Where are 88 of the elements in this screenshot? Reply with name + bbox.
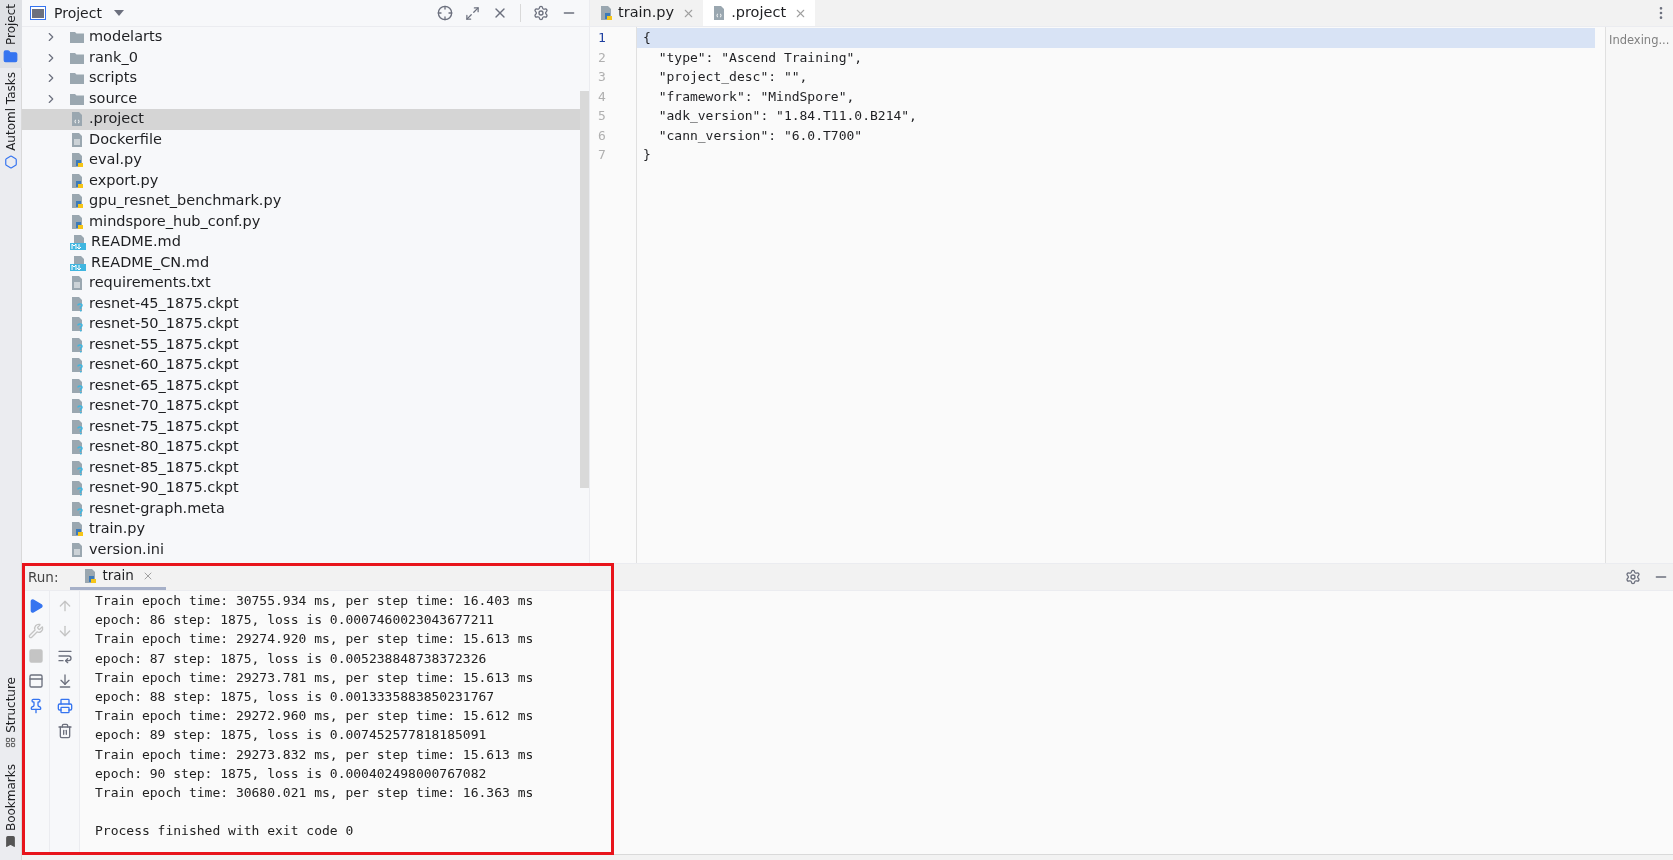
console-line: epoch: 90 step: 1875, loss is 0.000402498000767082 bbox=[95, 764, 488, 783]
line-number: 6 bbox=[598, 126, 606, 145]
line-number: 4 bbox=[598, 87, 606, 106]
project-view-dropdown[interactable]: Project bbox=[54, 2, 124, 24]
line-number: 7 bbox=[598, 146, 606, 164]
side-tab[interactable]: Structure bbox=[0, 669, 22, 756]
python-file-icon bbox=[69, 213, 85, 230]
tree-item[interactable]: requirements.txt bbox=[22, 273, 580, 294]
line-number: 5 bbox=[598, 107, 606, 125]
unknown-file-icon bbox=[69, 295, 85, 312]
console-line: Train epoch time: 30755.934 ms, per step time: 16.403 ms bbox=[95, 592, 535, 610]
side-tab[interactable]: Automl Tasks bbox=[0, 68, 22, 173]
console-line: Process finished with exit code 0 bbox=[95, 822, 355, 841]
side-tab[interactable]: Project bbox=[0, 0, 22, 69]
unknown-file-icon bbox=[69, 377, 85, 394]
tree-item[interactable]: mindspore_hub_conf.py bbox=[22, 211, 580, 232]
console-line: Train epoch time: 29272.960 ms, per step time: 15.612 ms bbox=[95, 707, 535, 726]
unknown-file-icon bbox=[69, 336, 85, 353]
tree-item[interactable]: resnet-50_1875.ckpt bbox=[22, 314, 580, 335]
tree-item[interactable]: resnet-60_1875.ckpt bbox=[22, 355, 580, 376]
scrollbar[interactable] bbox=[580, 91, 589, 488]
python-file-icon bbox=[69, 193, 85, 210]
console-line: epoch: 86 step: 1875, loss is 0.0007460023043677211 bbox=[95, 611, 496, 630]
folder-icon bbox=[69, 71, 85, 86]
console-line: Train epoch time: 29273.832 ms, per step time: 15.613 ms bbox=[95, 745, 535, 764]
line-number: 1 bbox=[598, 29, 606, 47]
unknown-file-icon bbox=[69, 459, 85, 476]
tree-item[interactable]: export.py bbox=[22, 170, 580, 191]
unknown-file-icon bbox=[69, 500, 85, 517]
structure-icon bbox=[5, 736, 16, 748]
tree-item[interactable]: train.py bbox=[22, 519, 580, 540]
tree-item[interactable]: README_CN.md bbox=[22, 252, 580, 273]
folder-icon bbox=[69, 30, 85, 45]
tree-item[interactable]: modelarts bbox=[22, 27, 580, 48]
unknown-file-icon bbox=[69, 398, 85, 415]
tree-item[interactable]: resnet-90_1875.ckpt bbox=[22, 478, 580, 499]
folder-icon bbox=[69, 91, 85, 106]
console-line: Train epoch time: 29274.920 ms, per step time: 15.613 ms bbox=[95, 630, 535, 649]
tree-item[interactable]: Dockerfile bbox=[22, 129, 580, 150]
line-number: 3 bbox=[598, 68, 606, 86]
python-file-icon bbox=[598, 5, 614, 21]
text-file-icon bbox=[69, 131, 85, 148]
tree-item[interactable]: resnet-80_1875.ckpt bbox=[22, 437, 580, 458]
tree-item[interactable]: resnet-55_1875.ckpt bbox=[22, 334, 580, 355]
bookmark-icon bbox=[4, 835, 17, 848]
editor-tab[interactable]: .project bbox=[703, 0, 816, 26]
console-line: epoch: 87 step: 1875, loss is 0.005238848738372326 bbox=[95, 649, 488, 668]
unknown-file-icon bbox=[69, 357, 85, 374]
tree-item[interactable]: rank_0 bbox=[22, 47, 580, 68]
tree-item[interactable]: resnet-65_1875.ckpt bbox=[22, 375, 580, 396]
console-line: epoch: 89 step: 1875, loss is 0.007452577818185091 bbox=[95, 726, 488, 745]
tree-item[interactable]: .project bbox=[22, 109, 580, 130]
markdown-file-icon bbox=[69, 234, 87, 251]
tree-item[interactable]: gpu_resnet_benchmark.py bbox=[22, 191, 580, 212]
text-file-icon bbox=[69, 275, 85, 292]
unknown-file-icon bbox=[69, 439, 85, 456]
tree-item[interactable]: resnet-graph.meta bbox=[22, 498, 580, 519]
python-file-icon bbox=[69, 172, 85, 189]
tree-item[interactable]: scripts bbox=[22, 68, 580, 89]
dropdown-caret-icon bbox=[113, 10, 124, 16]
tree-item[interactable]: resnet-75_1875.ckpt bbox=[22, 416, 580, 437]
json-file-icon bbox=[69, 111, 85, 128]
tree-item[interactable]: resnet-85_1875.ckpt bbox=[22, 457, 580, 478]
line-number: 2 bbox=[598, 48, 606, 67]
unknown-file-icon bbox=[69, 480, 85, 497]
markdown-file-icon bbox=[69, 254, 87, 271]
tree-item[interactable]: eval.py bbox=[22, 150, 580, 171]
tree-item[interactable]: README.md bbox=[22, 232, 580, 253]
python-file-icon bbox=[69, 521, 85, 538]
unknown-file-icon bbox=[69, 316, 85, 333]
console-line: Train epoch time: 30680.021 ms, per step time: 16.363 ms bbox=[95, 783, 535, 802]
tree-item[interactable]: resnet-70_1875.ckpt bbox=[22, 396, 580, 417]
unknown-file-icon bbox=[69, 418, 85, 435]
tree-item[interactable]: source bbox=[22, 88, 580, 109]
console-line: epoch: 88 step: 1875, loss is 0.0013335883850231767 bbox=[95, 687, 496, 706]
python-file-icon bbox=[82, 567, 99, 584]
folder-icon bbox=[3, 49, 18, 65]
run-label: Run: bbox=[28, 567, 60, 587]
python-file-icon bbox=[69, 152, 85, 169]
window-icon bbox=[30, 6, 46, 20]
folder-icon bbox=[69, 50, 85, 65]
tree-item[interactable]: version.ini bbox=[22, 539, 580, 560]
text-file-icon bbox=[69, 541, 85, 558]
editor-tab[interactable]: train.py bbox=[590, 0, 704, 26]
hexagon-icon bbox=[3, 154, 18, 169]
console-line: Train epoch time: 29273.781 ms, per step time: 15.613 ms bbox=[95, 668, 535, 687]
side-tab[interactable]: Bookmarks bbox=[0, 755, 22, 856]
tree-item[interactable]: resnet-45_1875.ckpt bbox=[22, 293, 580, 314]
